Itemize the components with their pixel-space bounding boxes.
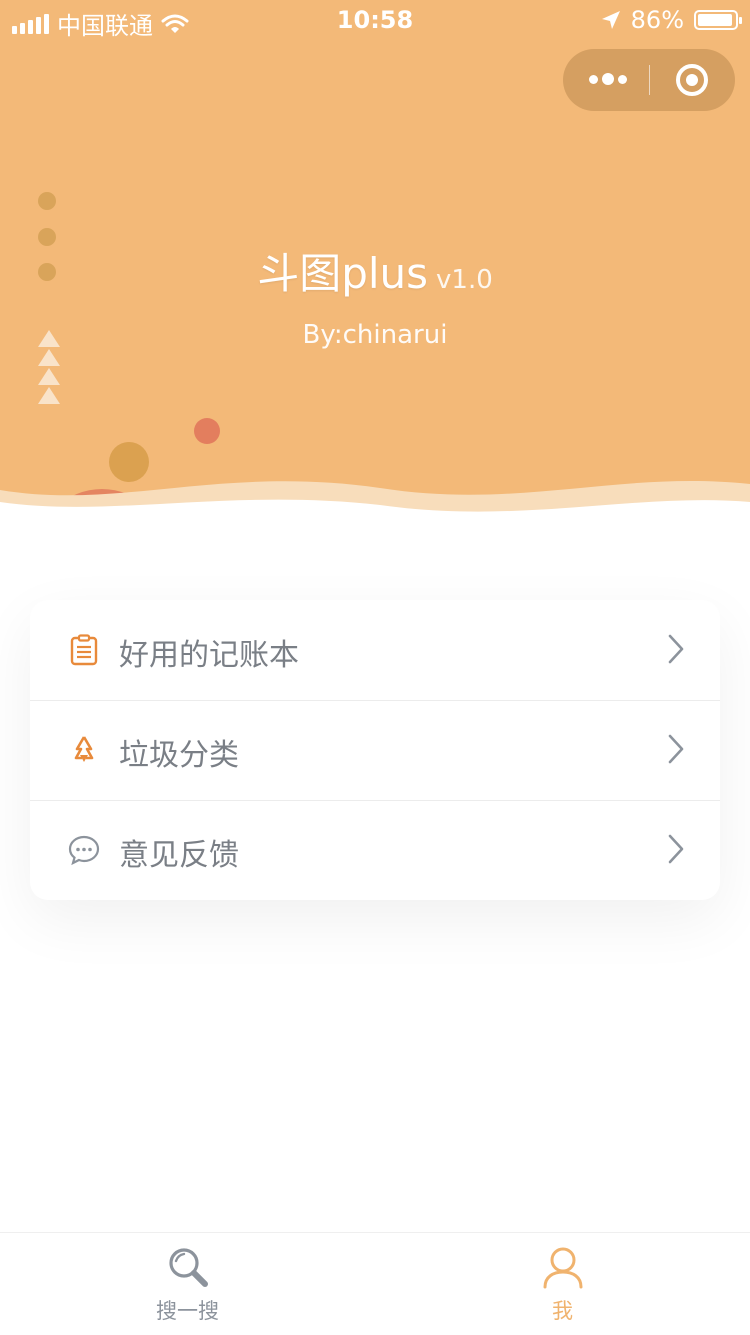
search-icon (168, 1248, 208, 1287)
decor-triangle (38, 349, 60, 366)
status-bar: 中国联通 10:58 86% (0, 0, 750, 40)
decor-circle (194, 418, 220, 444)
battery-icon (694, 10, 742, 30)
row-divider (30, 700, 720, 701)
battery-percent: 86% (630, 6, 684, 34)
decor-triangle (38, 368, 60, 385)
tab-bar: 搜一搜 我 (0, 1232, 750, 1335)
chat-icon (68, 835, 100, 866)
chevron-right-icon (668, 734, 684, 764)
tab-search[interactable]: 搜一搜 (0, 1233, 375, 1335)
tab-label: 搜一搜 (156, 1299, 219, 1323)
profile-header: 中国联通 10:58 86% 斗图plus v1.0 By:chinarui (0, 0, 750, 560)
chevron-right-icon (668, 834, 684, 864)
location-arrow-icon (601, 11, 620, 29)
tab-me[interactable]: 我 (375, 1233, 750, 1335)
status-right: 86% (601, 6, 742, 34)
menu-item-label: 意见反馈 (119, 838, 239, 873)
app-name: 斗图plus (257, 249, 429, 298)
menu-card: 好用的记账本 垃圾分类 意见反馈 (30, 600, 720, 900)
chevron-right-icon (668, 634, 684, 664)
miniprogram-capsule (563, 49, 735, 111)
user-icon (543, 1247, 582, 1289)
close-target-icon[interactable] (676, 64, 708, 96)
menu-item-bookkeeping[interactable]: 好用的记账本 (30, 600, 720, 700)
row-divider (30, 800, 720, 801)
decor-dot (38, 192, 56, 210)
menu-item-feedback[interactable]: 意见反馈 (30, 800, 720, 900)
tab-label: 我 (552, 1299, 573, 1323)
app-author: By:chinarui (302, 320, 448, 350)
app-title: 斗图plus v1.0 (0, 240, 750, 301)
menu-item-garbage-sorting[interactable]: 垃圾分类 (30, 700, 720, 800)
header-wave (0, 480, 750, 560)
clipboard-icon (70, 634, 98, 666)
menu-item-label: 垃圾分类 (119, 738, 239, 773)
capsule-divider (649, 65, 650, 95)
decor-triangle (38, 387, 60, 404)
app-version: v1.0 (436, 265, 493, 295)
menu-item-label: 好用的记账本 (119, 638, 299, 673)
recycle-icon (74, 736, 94, 762)
more-button[interactable] (563, 49, 649, 111)
